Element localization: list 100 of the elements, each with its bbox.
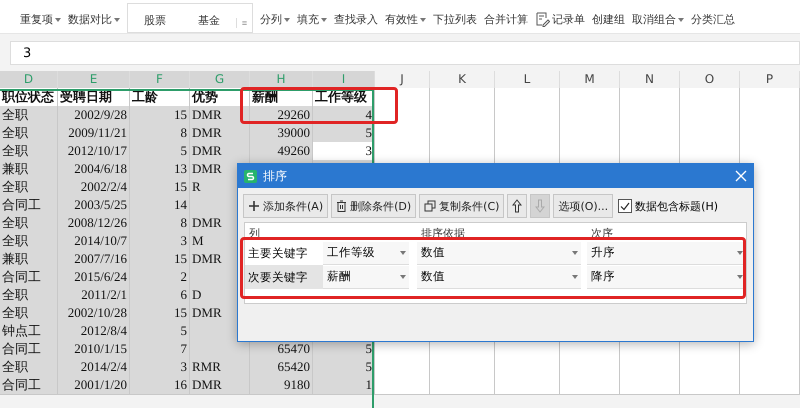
down-arrow-icon [535, 199, 546, 213]
checkbox[interactable] [618, 199, 632, 213]
plus-icon [248, 200, 260, 212]
basis-dropdown[interactable]: 数值 [417, 266, 581, 288]
table-cell: 49260 [250, 142, 313, 161]
table-cell: DMR [190, 376, 250, 395]
table-cell: 2014/10/7 [58, 232, 130, 251]
ribbon-button[interactable]: 创建组 [592, 12, 625, 27]
table-cell: 8 [130, 214, 190, 233]
table-cell: 2014/2/4 [58, 358, 130, 377]
table-cell: 全职 [0, 232, 58, 251]
table-cell: 2008/12/26 [58, 214, 130, 233]
caret-icon [572, 274, 578, 278]
table-cell: 全职 [0, 178, 58, 197]
table-cell: 1 [313, 376, 375, 395]
table-cell: 全职 [0, 142, 58, 161]
table-cell: 5 [313, 124, 375, 143]
caret-icon [284, 18, 290, 22]
table-cell: 15 [130, 250, 190, 269]
table-cell: 全职 [0, 124, 58, 143]
order-dropdown[interactable]: 升序 [587, 242, 746, 264]
formula-input[interactable]: 3 [10, 41, 800, 65]
header-checkbox[interactable]: 数据包含标题(H) [618, 198, 718, 214]
table-cell: 2010/1/15 [58, 340, 130, 359]
basis-dropdown[interactable]: 数值 [417, 242, 581, 264]
table-cell: 2001/1/20 [58, 376, 130, 395]
table-cell: 合同工 [0, 340, 58, 359]
table-cell: 39000 [250, 124, 313, 143]
table-cell: 3 [313, 142, 375, 161]
caret-icon [737, 250, 743, 254]
table-cell: 2002/9/28 [58, 106, 130, 125]
table-cell: 兼职 [0, 250, 58, 269]
ribbon-menu-button[interactable]: 重复项 [20, 12, 61, 27]
table-cell: 2012/10/17 [58, 142, 130, 161]
table-cell: 16 [130, 376, 190, 395]
table-cell: 3 [130, 358, 190, 377]
ribbon-menu-button[interactable]: 填充 [297, 12, 327, 27]
table-cell: 2002/2/4 [58, 178, 130, 197]
app-logo-icon [244, 170, 257, 182]
table-cell: 全职 [0, 106, 58, 125]
trash-icon [336, 200, 348, 212]
table-cell: DMR [190, 142, 250, 161]
table-cell: 2011/2/1 [58, 286, 130, 305]
caret-icon [572, 250, 578, 254]
caret-icon [114, 18, 120, 22]
table-cell: 3 [130, 232, 190, 251]
table-cell: 5 [313, 358, 375, 377]
gallery-item[interactable]: 基金 [182, 13, 236, 28]
table-cell: 合同工 [0, 376, 58, 395]
ribbon-button[interactable]: 合并计算 [484, 12, 528, 27]
copy-icon [424, 200, 436, 212]
table-cell: 2 [130, 268, 190, 287]
ribbon-button[interactable]: 查找录入 [334, 12, 378, 27]
close-button[interactable] [735, 170, 747, 182]
caret-icon [55, 18, 61, 22]
toolbar-button[interactable]: 复制条件(C) [419, 194, 504, 218]
table-cell: 2003/5/25 [58, 196, 130, 215]
check-icon [620, 202, 630, 210]
table-cell: 13 [130, 160, 190, 179]
column-dropdown[interactable]: 工作等级 [323, 242, 409, 264]
table-cell: 65420 [250, 358, 313, 377]
table-cell: 全职 [0, 214, 58, 233]
ribbon-menu-button[interactable]: 分列 [260, 12, 290, 27]
checkbox-label: 数据包含标题(H) [635, 198, 718, 214]
table-cell: 2007/7/16 [58, 250, 130, 269]
caret-icon [737, 274, 743, 278]
table-cell: 15 [130, 106, 190, 125]
ribbon-button[interactable]: 分类汇总 [691, 12, 735, 27]
table-cell: 2002/10/28 [58, 304, 130, 323]
table-cell: 合同工 [0, 196, 58, 215]
table-cell: 15 [130, 304, 190, 323]
column-dropdown[interactable]: 薪酬 [323, 266, 409, 288]
ribbon-menu-button[interactable]: 取消组合 [632, 12, 684, 27]
order-dropdown[interactable]: 降序 [587, 266, 746, 288]
table-cell: 6 [130, 286, 190, 305]
caret-icon [400, 250, 406, 254]
table-cell: 5 [130, 142, 190, 161]
table-cell: DMR [190, 124, 250, 143]
icon-button[interactable] [507, 194, 528, 218]
ribbon-menu-button[interactable]: 有效性 [385, 12, 426, 27]
table-cell: 钟点工 [0, 322, 58, 341]
ribbon-button[interactable]: 记录单 [535, 12, 585, 27]
table-cell: 2004/6/18 [58, 160, 130, 179]
table-cell: 2009/11/21 [58, 124, 130, 143]
table-cell: 15 [130, 178, 190, 197]
ribbon-button[interactable]: 下拉列表 [433, 12, 477, 27]
table-cell: 14 [130, 196, 190, 215]
toolbar-button[interactable]: 选项(O)... [553, 194, 614, 218]
gallery-item[interactable]: 股票 [128, 13, 182, 28]
caret-icon [400, 274, 406, 278]
table-cell: 合同工 [0, 268, 58, 287]
table-cell: 5 [130, 322, 190, 341]
up-arrow-icon [512, 199, 522, 213]
form-edit-icon [535, 12, 550, 27]
table-cell: 8 [130, 124, 190, 143]
toolbar-button[interactable]: 添加条件(A) [243, 194, 328, 218]
ribbon-menu-button[interactable]: 数据对比 [68, 12, 120, 27]
table-cell: 全职 [0, 358, 58, 377]
toolbar-button[interactable]: 删除条件(D) [331, 194, 416, 218]
condition-label[interactable]: 次要关键字 [245, 265, 323, 289]
